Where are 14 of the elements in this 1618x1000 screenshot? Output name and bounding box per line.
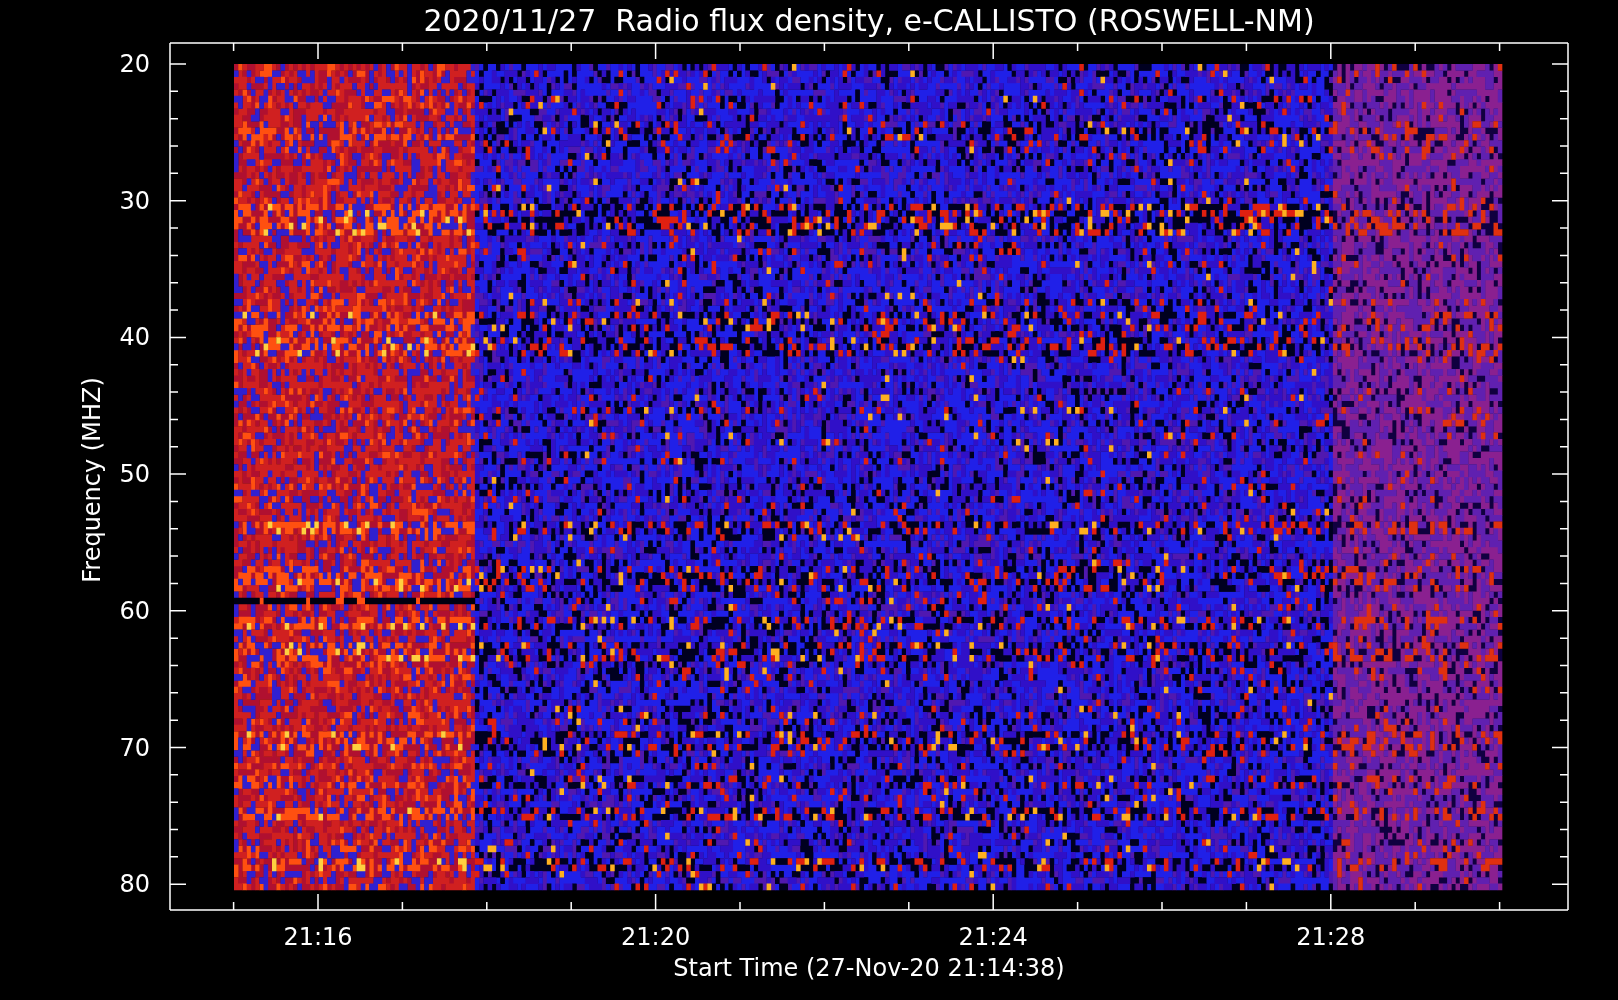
axis-label: Frequency (MHZ) xyxy=(78,377,106,583)
chart-title: 2020/11/27 Radio flux density, e-CALLISTO (ROSWELL-NM) xyxy=(423,3,1315,38)
tick-label: 70 xyxy=(119,733,150,762)
tick-label: 80 xyxy=(119,870,150,899)
tick-label: 30 xyxy=(119,186,150,215)
tick-label: 60 xyxy=(119,596,150,625)
tick-label: 40 xyxy=(119,323,150,352)
tick-label: 21:28 xyxy=(1296,923,1366,951)
tick-label: 21:20 xyxy=(621,923,691,951)
tick-label: 20 xyxy=(119,50,150,78)
tick-label: 21:16 xyxy=(283,923,353,951)
tick-label: 50 xyxy=(119,460,150,489)
tick-label: 21:24 xyxy=(958,923,1028,951)
axis-label: Start Time (27-Nov-20 21:14:38) xyxy=(673,954,1065,982)
